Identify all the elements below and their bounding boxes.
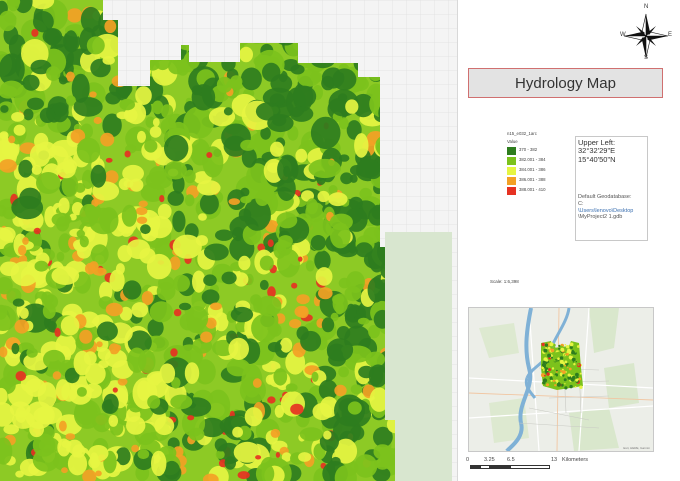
map-title-text: Hydrology Map <box>515 74 616 92</box>
coordinate-info-box: Upper Left: 32°32'29"E 15°40'50"N Defaul… <box>575 136 648 241</box>
scale-tick-3: 13 <box>551 457 558 463</box>
north-label: N <box>644 4 649 10</box>
legend-class-2: 382.001 - 384 <box>507 157 565 166</box>
scale-bar-segment-2 <box>480 465 490 469</box>
scale-bar-segment-3 <box>490 465 510 469</box>
legend-class-5: 388.001 - 410 <box>507 187 565 196</box>
legend-label-1: 370 - 382 <box>519 147 538 153</box>
legend-class-4: 386.001 - 388 <box>507 177 565 186</box>
legend-swatch-1 <box>507 147 516 156</box>
scale-tick-2: 6.5 <box>507 457 515 463</box>
legend: n15_e032_1arc Value 370 - 382 382.001 - … <box>507 131 565 197</box>
scale-tick-1: 3.25 <box>484 457 495 463</box>
scale-bar: 0 3.25 6.5 13 Kilometers <box>466 455 588 475</box>
scale-unit: Kilometers <box>562 457 588 463</box>
legend-swatch-5 <box>507 187 516 196</box>
legend-swatch-3 <box>507 167 516 176</box>
legend-layer-name: n15_e032_1arc <box>507 131 537 136</box>
compass-icon <box>623 13 669 59</box>
main-map[interactable] <box>0 0 458 481</box>
legend-class-1: 370 - 382 <box>507 147 565 156</box>
legend-label-2: 382.001 - 384 <box>519 157 546 163</box>
geodatabase-path: \Users\lenovo\Desktop <box>578 207 634 214</box>
raster-map-svg[interactable] <box>0 0 457 481</box>
legend-swatch-2 <box>507 157 516 166</box>
legend-field-name: Value <box>507 139 518 145</box>
legend-class-3: 384.001 - 386 <box>507 167 565 176</box>
geodatabase-file: \MyProject2 1.gdb <box>578 214 623 221</box>
green-field-area <box>385 232 452 481</box>
inset-map[interactable]: Esri, HERE, Garmin <box>468 307 654 452</box>
north-arrow: N S E W <box>620 4 672 62</box>
scale-bar-segment-4 <box>510 465 550 469</box>
east-label: E <box>668 32 673 38</box>
scale-tick-0: 0 <box>466 457 470 463</box>
inset-map-svg <box>469 308 653 451</box>
geodatabase-label: Default Geodatabase: <box>578 193 632 200</box>
south-label: S <box>644 55 649 61</box>
geodatabase-drive: C: <box>578 200 584 207</box>
legend-label-3: 384.001 - 386 <box>519 167 546 173</box>
upper-left-coordinates: Upper Left: 32°32'29"E 15°40'50"N <box>578 138 645 164</box>
inset-attribution: Esri, HERE, Garmin <box>623 446 650 450</box>
latitude-value: 15°40'50"N <box>578 154 616 164</box>
legend-swatch-4 <box>507 177 516 186</box>
map-title: Hydrology Map <box>468 68 663 98</box>
scale-text: Scale: 1:6,398 <box>490 279 519 284</box>
west-label: W <box>620 32 626 38</box>
legend-label-4: 386.001 - 388 <box>519 177 546 183</box>
geodatabase-info: Default Geodatabase: C: \Users\lenovo\De… <box>578 194 645 222</box>
legend-label-5: 388.001 - 410 <box>519 187 546 193</box>
scale-bar-segment-1 <box>470 465 480 469</box>
